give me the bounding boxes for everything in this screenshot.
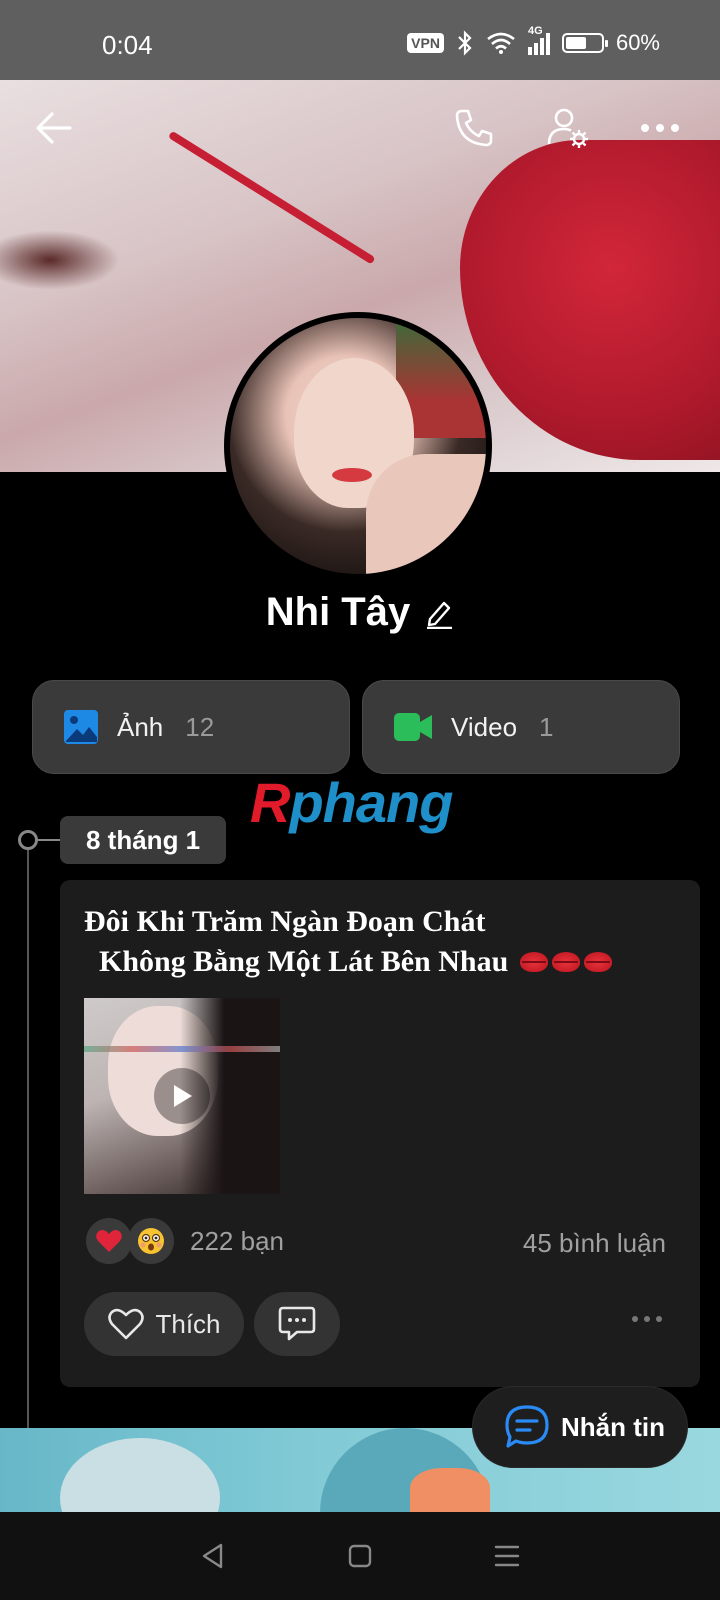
photos-button[interactable]: Ảnh 12 [32,680,350,774]
battery-icon [561,33,608,53]
more-button[interactable] [632,100,688,156]
timeline-date: 8 tháng 1 [60,816,227,864]
like-button[interactable]: Thích [84,1292,244,1356]
profile-settings-button[interactable] [540,100,596,156]
more-horizontal-icon [641,124,679,132]
post-caption-line2: Không Bằng Một Lát Bên Nhau [84,945,509,978]
wifi-icon [487,32,515,54]
post-caption-line1: Đôi Khi Trăm Ngàn Đoạn Chát [84,905,486,938]
reaction-count: 222 bạn [190,1225,284,1256]
watermark-logo: Rphang [250,771,453,834]
status-time: 0:04 [102,30,153,60]
profile-name-row: Nhi Tây [0,590,720,635]
kiss-emoji [583,952,612,973]
timeline-connector [38,839,60,841]
videos-label: Video [451,711,518,742]
photos-label: Ảnh [117,711,164,742]
message-label: Nhắn tin [561,1411,665,1442]
videos-button[interactable]: Video 1 [362,680,680,774]
nav-back-icon [203,1543,223,1569]
call-button[interactable] [446,100,502,156]
bluetooth-icon [458,30,472,56]
image-icon [64,710,98,744]
post-card[interactable]: Đôi Khi Trăm Ngàn Đoạn Chát Không Bằng M… [60,880,700,1387]
like-label: Thích [155,1308,221,1339]
play-icon [174,1085,192,1107]
pencil-icon[interactable] [424,597,454,629]
nav-home-button[interactable] [340,1536,380,1576]
signal-icon: 4G [527,25,550,55]
post-video-thumbnail[interactable] [84,998,280,1194]
battery-percent: 60% [615,30,660,55]
network-type: 4G [527,25,543,37]
comment-count[interactable]: 45 bình luận [523,1228,666,1259]
status-bar: 0:04 VPN 4G 60% [0,0,720,80]
timeline-line [27,850,29,1510]
post-more-button[interactable] [632,1316,662,1322]
heart-outline-icon [108,1308,145,1340]
photos-count: 12 [185,711,215,742]
kiss-emoji [519,952,548,973]
kiss-emoji [551,952,580,973]
back-button[interactable] [26,100,82,156]
videos-count: 1 [539,711,554,742]
nav-menu-button[interactable] [487,1536,527,1576]
arrow-left-icon [36,112,72,144]
vpn-badge: VPN [407,33,444,53]
play-button[interactable] [154,1068,210,1124]
status-indicators: VPN 4G 60% [407,25,660,58]
nav-back-button[interactable] [193,1536,233,1576]
message-button[interactable]: Nhắn tin [472,1386,688,1468]
comment-button[interactable] [254,1292,340,1356]
phone-icon [455,109,493,147]
system-nav-bar [0,1512,720,1600]
video-camera-icon [394,713,432,741]
nav-menu-icon [494,1545,519,1567]
heart-reaction-icon [86,1218,132,1264]
timeline-dot [18,830,38,850]
user-settings-icon [547,108,588,148]
profile-avatar[interactable] [224,312,492,580]
chat-bubble-icon [505,1405,549,1448]
profile-name: Nhi Tây [265,590,411,634]
nav-home-icon [348,1544,372,1568]
post-caption[interactable]: Đôi Khi Trăm Ngàn Đoạn Chát Không Bằng M… [84,902,684,982]
surprised-reaction-icon [128,1218,174,1264]
reaction-summary[interactable]: 222 bạn [86,1218,284,1264]
comment-icon [278,1306,316,1341]
